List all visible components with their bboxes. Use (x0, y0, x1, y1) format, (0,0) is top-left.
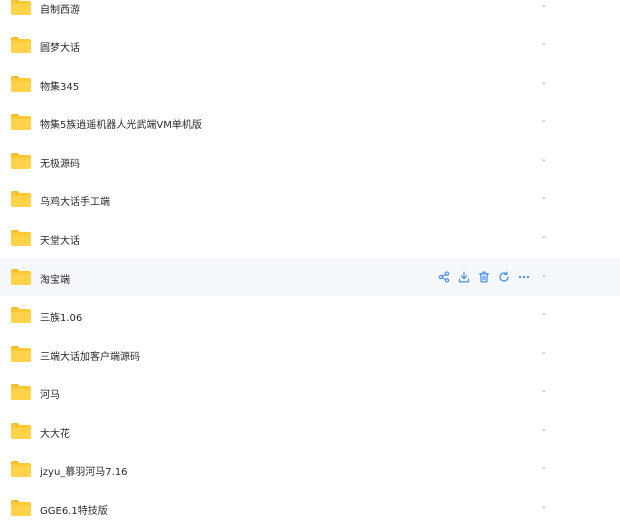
refresh-icon[interactable] (497, 271, 510, 284)
file-name[interactable]: 天堂大话 (40, 232, 80, 247)
file-name[interactable]: 河马 (40, 386, 60, 401)
list-item[interactable]: 天堂大话 - (0, 219, 620, 257)
download-icon[interactable] (457, 271, 470, 284)
folder-icon (11, 384, 31, 400)
file-size: - (542, 155, 546, 166)
file-name[interactable]: 乌鸡大话手工端 (40, 193, 110, 208)
file-size: - (542, 348, 546, 359)
file-size: - (542, 425, 546, 436)
file-name[interactable]: 三族1.06 (40, 309, 82, 324)
folder-icon (11, 191, 31, 207)
more-icon[interactable] (517, 271, 530, 284)
share-icon[interactable] (437, 271, 450, 284)
list-item[interactable]: GGE6.1特技版 - (0, 489, 620, 525)
folder-icon (11, 269, 31, 285)
file-list: 自制西游 - 圆梦大话 - 物集345 - 物集5族逍遥机器人光武端VM单机版 … (0, 0, 620, 525)
file-name[interactable]: jzyu_慕羽河马7.16 (40, 463, 128, 478)
file-name[interactable]: 三端大话加客户端源码 (40, 348, 140, 363)
list-item[interactable]: 无极源码 - (0, 142, 620, 180)
folder-icon (11, 0, 31, 15)
file-size: - (542, 232, 546, 243)
file-name[interactable]: 物集345 (40, 78, 79, 93)
list-item[interactable]: 乌鸡大话手工端 - (0, 180, 620, 218)
list-item[interactable]: 河马 - (0, 373, 620, 411)
list-item[interactable]: 物集345 - (0, 65, 620, 103)
folder-icon (11, 307, 31, 323)
list-item[interactable]: 三族1.06 - (0, 296, 620, 334)
list-item-hovered[interactable]: 淘宝端 - (0, 258, 620, 296)
file-name[interactable]: 无极源码 (40, 155, 80, 170)
folder-icon (11, 500, 31, 516)
list-item[interactable]: 自制西游 - (0, 0, 620, 26)
file-size: - (542, 1, 546, 12)
file-size: - (542, 271, 546, 282)
file-name[interactable]: GGE6.1特技版 (40, 502, 108, 517)
file-name[interactable]: 物集5族逍遥机器人光武端VM单机版 (40, 116, 202, 131)
file-size: - (542, 309, 546, 320)
folder-icon (11, 346, 31, 362)
file-name[interactable]: 圆梦大话 (40, 39, 80, 54)
folder-icon (11, 230, 31, 246)
file-size: - (542, 39, 546, 50)
file-size: - (542, 502, 546, 513)
file-name[interactable]: 自制西游 (40, 1, 80, 16)
folder-icon (11, 461, 31, 477)
folder-icon (11, 37, 31, 53)
file-size: - (542, 78, 546, 89)
file-size: - (542, 463, 546, 474)
file-name[interactable]: 淘宝端 (40, 271, 70, 286)
folder-icon (11, 153, 31, 169)
delete-icon[interactable] (477, 271, 490, 284)
row-actions (437, 270, 530, 284)
list-item[interactable]: 圆梦大话 - (0, 26, 620, 64)
list-item[interactable]: 三端大话加客户端源码 - (0, 335, 620, 373)
list-item[interactable]: 大大花 - (0, 412, 620, 450)
folder-icon (11, 423, 31, 439)
file-size: - (542, 116, 546, 127)
folder-icon (11, 76, 31, 92)
file-size: - (542, 193, 546, 204)
file-name[interactable]: 大大花 (40, 425, 70, 440)
list-item[interactable]: jzyu_慕羽河马7.16 - (0, 450, 620, 488)
folder-icon (11, 114, 31, 130)
file-size: - (542, 386, 546, 397)
list-item[interactable]: 物集5族逍遥机器人光武端VM单机版 - (0, 103, 620, 141)
